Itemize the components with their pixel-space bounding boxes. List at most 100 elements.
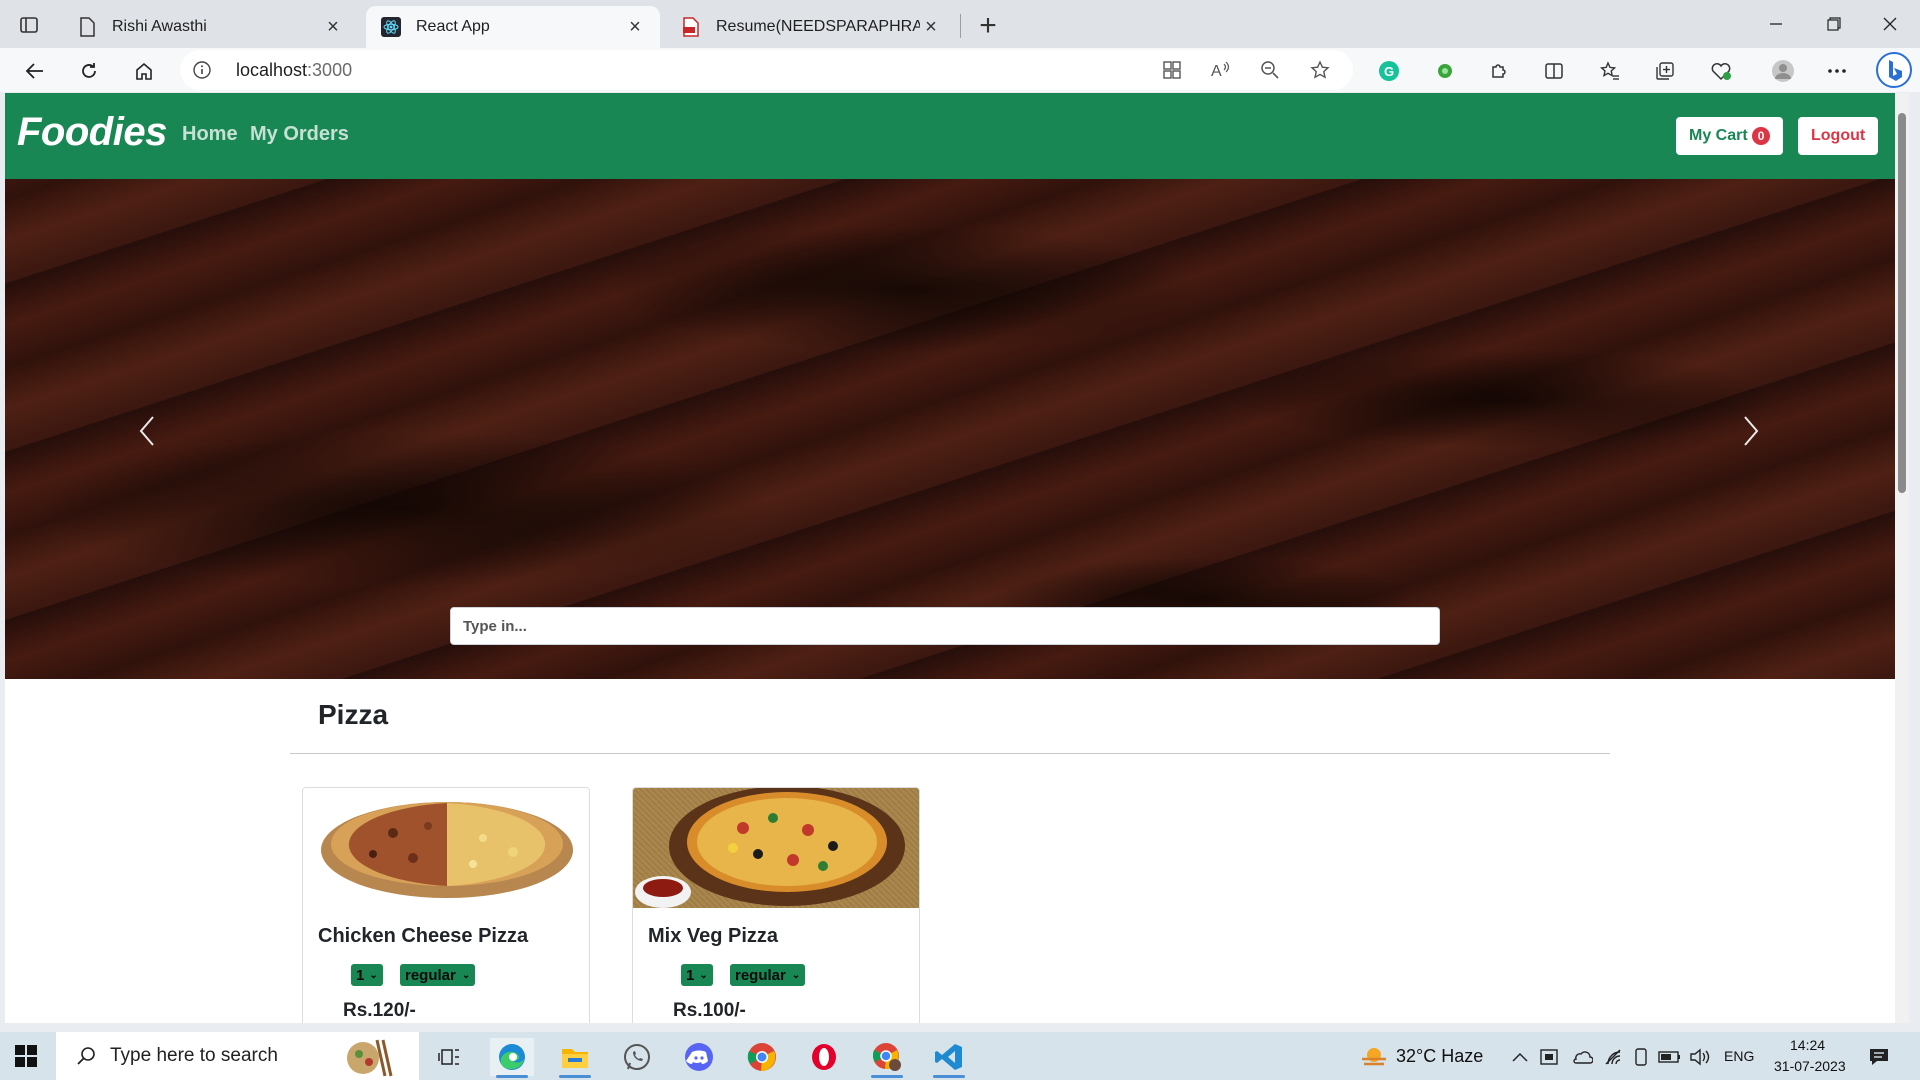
carousel-next-icon[interactable] — [1731, 407, 1771, 455]
clock-time[interactable]: 14:24 — [1790, 1037, 1825, 1053]
taskbar-search-placeholder: Type here to search — [110, 1045, 278, 1066]
size-value: regular — [735, 966, 786, 984]
tab-resume[interactable]: Resume(NEEDSPARAPHRASING) × — [666, 6, 956, 48]
carousel-prev-icon[interactable] — [127, 407, 167, 455]
chevron-down-icon: ⌄ — [699, 969, 708, 981]
opera-icon[interactable] — [802, 1038, 846, 1076]
chrome-icon[interactable] — [740, 1038, 784, 1076]
search-icon — [77, 1047, 95, 1065]
read-aloud-icon[interactable]: A — [1204, 53, 1238, 87]
home-button[interactable] — [127, 54, 161, 88]
size-value: regular — [405, 966, 456, 984]
quantity-select[interactable]: 1 ⌄ — [681, 964, 713, 986]
search-highlight-icon — [347, 1039, 393, 1077]
grammarly-extension-icon[interactable]: G — [1372, 54, 1406, 88]
food-image — [633, 788, 919, 908]
close-tab-icon[interactable]: × — [624, 16, 646, 38]
split-screen-icon[interactable] — [1537, 54, 1571, 88]
category-divider — [290, 753, 1610, 754]
chevron-down-icon: ⌄ — [369, 969, 378, 981]
food-card: Chicken Cheese Pizza 1 ⌄ regular ⌄ Rs.12… — [302, 787, 590, 1023]
url-text: localhost:3000 — [236, 60, 352, 81]
favorites-icon[interactable] — [1593, 54, 1627, 88]
task-view-icon[interactable] — [427, 1038, 471, 1076]
weather-haze-icon[interactable] — [1352, 1038, 1396, 1076]
volume-icon[interactable] — [1680, 1038, 1720, 1076]
whatsapp-icon[interactable] — [615, 1038, 659, 1076]
url-host: localhost — [236, 59, 308, 80]
svg-text:A: A — [1211, 63, 1222, 80]
my-cart-label: My Cart — [1689, 127, 1748, 144]
svg-text:G: G — [1384, 64, 1394, 79]
collections-icon[interactable] — [1648, 54, 1682, 88]
tab-title: Rishi Awasthi — [112, 18, 207, 35]
url-port: :3000 — [307, 59, 353, 80]
quantity-select[interactable]: 1 ⌄ — [351, 964, 383, 986]
close-tab-icon[interactable]: × — [322, 16, 344, 38]
hero-carousel — [5, 179, 1895, 679]
food-image — [303, 788, 589, 908]
edge-browser-icon[interactable] — [490, 1038, 534, 1078]
food-name: Mix Veg Pizza — [648, 925, 779, 947]
weather-text[interactable]: 32°C Haze — [1396, 1046, 1483, 1067]
my-cart-button[interactable]: My Cart 0 — [1676, 117, 1784, 155]
food-name: Chicken Cheese Pizza — [318, 925, 529, 947]
food-price: Rs.100/- — [673, 1000, 746, 1021]
tab-react-app[interactable]: React App × — [366, 6, 660, 48]
discord-icon[interactable] — [677, 1038, 721, 1076]
windows-start-icon[interactable] — [14, 1044, 38, 1073]
food-search-input[interactable] — [450, 607, 1440, 645]
app-navbar: Foodies Home My Orders My Cart 0 Logout — [5, 93, 1895, 179]
tab-rishi-awasthi[interactable]: Rishi Awasthi × — [62, 6, 358, 48]
more-options-icon[interactable] — [1820, 54, 1854, 88]
tab-separator — [960, 14, 961, 38]
logout-button[interactable]: Logout — [1798, 117, 1879, 155]
quantity-value: 1 — [356, 966, 365, 984]
close-window-button[interactable] — [1862, 8, 1918, 40]
new-tab-button[interactable]: + — [972, 9, 1004, 42]
pdf-icon — [680, 16, 702, 38]
vscode-icon[interactable] — [927, 1038, 971, 1078]
chevron-down-icon: ⌄ — [461, 969, 471, 981]
language-indicator[interactable]: ENG — [1724, 1048, 1754, 1064]
site-info-icon[interactable] — [180, 60, 224, 80]
notifications-icon[interactable] — [1857, 1038, 1901, 1076]
favorite-star-icon[interactable] — [1303, 53, 1337, 87]
page-scrollbar[interactable] — [1895, 93, 1909, 1023]
scrollbar-thumb[interactable] — [1898, 113, 1906, 493]
reload-button[interactable] — [72, 54, 106, 88]
chevron-down-icon: ⌄ — [791, 969, 801, 981]
back-button[interactable] — [18, 54, 52, 88]
extension-green-dot-icon[interactable] — [1428, 54, 1462, 88]
browser-essentials-icon[interactable] — [1704, 54, 1738, 88]
browser-toolbar: localhost:3000 A G — [0, 48, 1920, 92]
cart-count-badge: 0 — [1751, 127, 1771, 145]
size-select[interactable]: regular ⌄ — [400, 964, 476, 986]
browser-tab-bar: Rishi Awasthi × React App × Resume(NEEDS… — [0, 0, 1920, 48]
app-available-icon[interactable] — [1155, 53, 1189, 87]
bing-copilot-icon[interactable] — [1874, 50, 1914, 90]
quantity-value: 1 — [686, 966, 695, 984]
file-explorer-icon[interactable] — [553, 1038, 597, 1078]
tab-actions-icon[interactable] — [14, 10, 44, 40]
category-title: Pizza — [318, 699, 389, 730]
tab-title: React App — [416, 18, 490, 35]
address-bar[interactable]: localhost:3000 A — [180, 50, 1353, 90]
clock-date[interactable]: 31-07-2023 — [1774, 1058, 1846, 1074]
react-logo-icon — [380, 16, 402, 38]
food-price: Rs.120/- — [343, 1000, 416, 1021]
size-select[interactable]: regular ⌄ — [730, 964, 806, 986]
close-tab-icon[interactable]: × — [920, 16, 942, 38]
chrome-profile-icon[interactable] — [865, 1038, 909, 1078]
tab-title: Resume(NEEDSPARAPHRASING) — [716, 18, 920, 35]
brand-logo[interactable]: Foodies — [17, 110, 167, 155]
nav-my-orders-link[interactable]: My Orders — [250, 123, 349, 146]
restore-button[interactable] — [1806, 8, 1862, 40]
profile-avatar-icon[interactable] — [1766, 54, 1800, 88]
page-viewport: Foodies Home My Orders My Cart 0 Logout … — [5, 93, 1895, 1023]
nav-home-link[interactable]: Home — [182, 123, 238, 146]
minimize-button[interactable] — [1748, 8, 1804, 40]
taskbar-search-box[interactable]: Type here to search — [56, 1032, 419, 1080]
extensions-puzzle-icon[interactable] — [1482, 54, 1516, 88]
zoom-out-icon[interactable] — [1253, 53, 1287, 87]
